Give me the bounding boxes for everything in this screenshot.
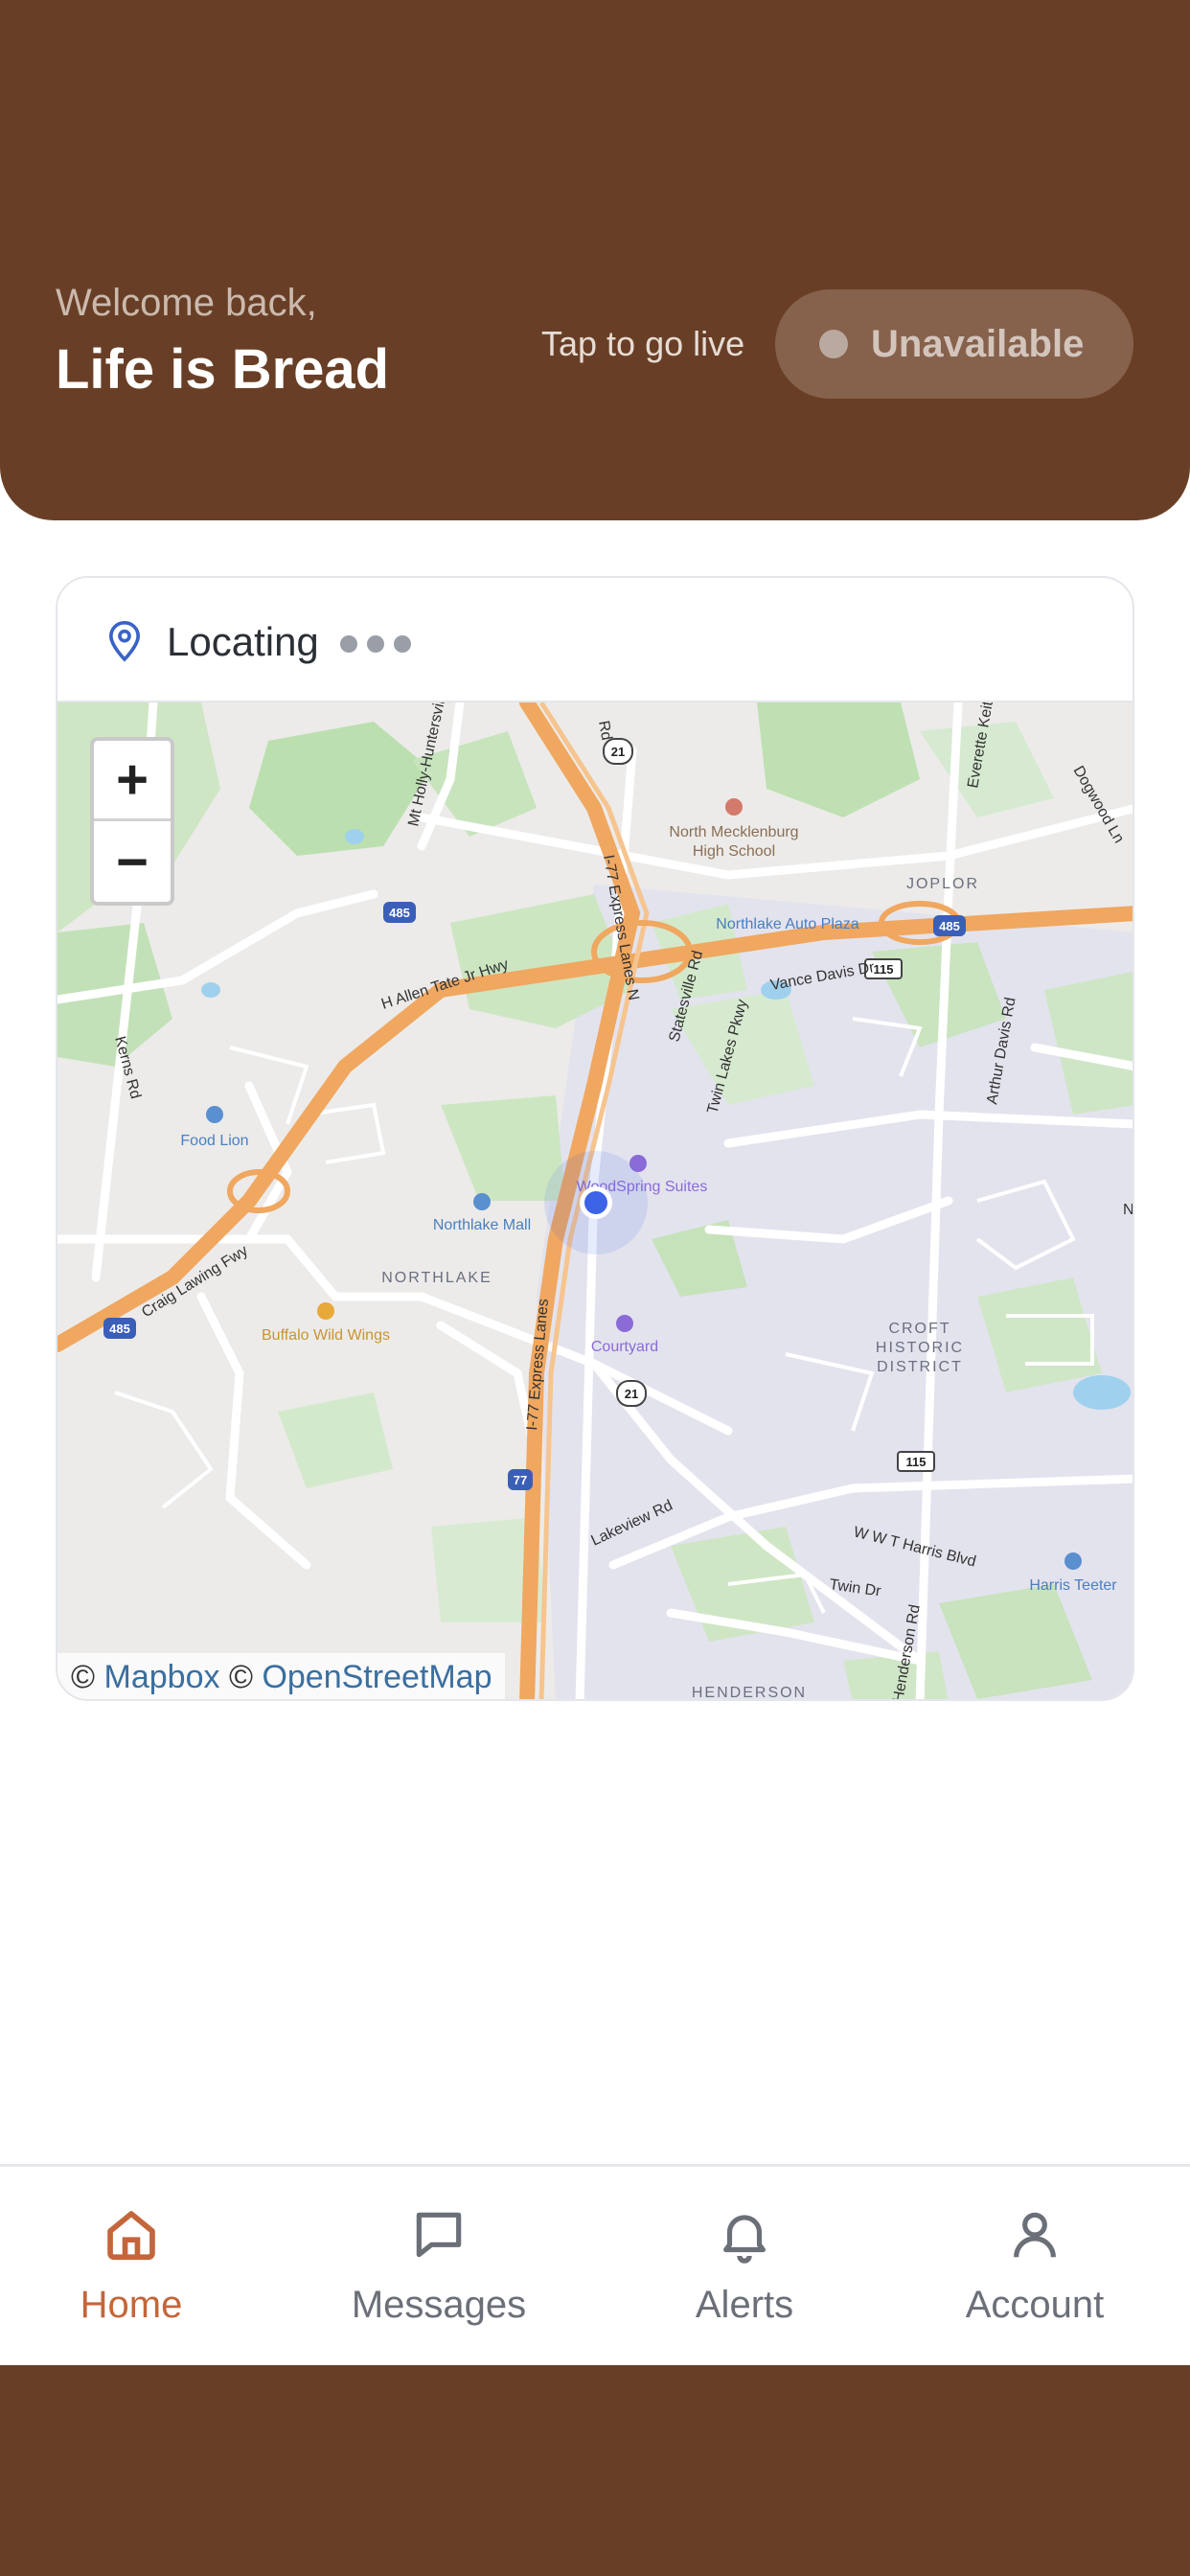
locating-status-text: Locating xyxy=(167,619,319,664)
svg-text:HISTORIC: HISTORIC xyxy=(876,1340,964,1356)
tab-label: Account xyxy=(965,2284,1105,2326)
tab-alerts[interactable]: Alerts xyxy=(601,2205,888,2327)
svg-text:HENDERSON: HENDERSON xyxy=(692,1685,807,1701)
availability-status-label: Unavailable xyxy=(871,322,1085,365)
availability-toggle-button[interactable]: Unavailable xyxy=(775,289,1133,399)
tap-to-go-live-hint: Tap to go live xyxy=(541,324,745,363)
tab-label: Home xyxy=(80,2284,183,2326)
welcome-text: Welcome back, xyxy=(56,282,317,324)
tab-label: Alerts xyxy=(695,2284,794,2326)
svg-text:485: 485 xyxy=(109,1322,130,1336)
business-name: Life is Bread xyxy=(56,338,390,401)
svg-text:Food Lion: Food Lion xyxy=(180,1133,248,1149)
svg-text:CROFT: CROFT xyxy=(888,1321,950,1337)
svg-text:77: 77 xyxy=(514,1473,527,1487)
svg-text:485: 485 xyxy=(939,919,960,933)
location-pin-icon xyxy=(108,620,141,662)
bell-icon xyxy=(723,2215,766,2264)
map-view[interactable]: 485 485 485 77 21 21 115 115 North Meckl… xyxy=(57,702,1134,1701)
tab-account[interactable]: Account xyxy=(891,2205,1179,2327)
loading-dots xyxy=(340,635,411,653)
map-canvas: 485 485 485 77 21 21 115 115 North Meckl… xyxy=(57,702,1134,1701)
header: Welcome back, Life is Bread Tap to go li… xyxy=(0,0,1190,520)
svg-text:DISTRICT: DISTRICT xyxy=(877,1359,963,1375)
tab-home[interactable]: Home xyxy=(0,2205,275,2327)
zoom-controls: + − xyxy=(90,737,174,906)
svg-text:21: 21 xyxy=(625,1387,638,1401)
svg-text:Rd: Rd xyxy=(595,720,614,742)
location-card: Locating 485 485 485 77 21 21 115 115 No… xyxy=(56,576,1134,1701)
svg-text:North Mecklenburg: North Mecklenburg xyxy=(669,824,798,840)
location-card-header: Locating xyxy=(57,578,1133,702)
svg-text:High School: High School xyxy=(693,843,775,860)
svg-text:21: 21 xyxy=(611,745,625,759)
user-icon xyxy=(1014,2212,1056,2258)
svg-text:Courtyard: Courtyard xyxy=(591,1339,658,1355)
svg-text:115: 115 xyxy=(906,1455,927,1469)
tab-messages[interactable]: Messages xyxy=(295,2205,583,2327)
zoom-out-button[interactable]: − xyxy=(94,821,171,902)
svg-text:N: N xyxy=(1123,1202,1134,1218)
svg-text:Buffalo Wild Wings: Buffalo Wild Wings xyxy=(262,1327,390,1344)
tab-label: Messages xyxy=(351,2284,527,2326)
status-dot-icon xyxy=(819,330,848,358)
svg-text:Harris Teeter: Harris Teeter xyxy=(1029,1577,1117,1594)
svg-text:Northlake Mall: Northlake Mall xyxy=(433,1217,531,1233)
svg-text:JOPLOR: JOPLOR xyxy=(906,876,979,892)
mapbox-link[interactable]: Mapbox xyxy=(104,1659,220,1695)
svg-text:NORTHLAKE: NORTHLAKE xyxy=(381,1270,492,1286)
svg-text:485: 485 xyxy=(389,906,410,920)
message-icon xyxy=(416,2212,462,2258)
svg-text:Dogwood Ln: Dogwood Ln xyxy=(1070,764,1128,846)
bottom-tab-bar: Home Messages Alerts Account xyxy=(0,2164,1190,2365)
svg-text:Northlake Auto Plaza: Northlake Auto Plaza xyxy=(716,916,859,932)
svg-text:115: 115 xyxy=(874,962,894,977)
home-icon xyxy=(107,2211,155,2261)
map-attribution: © Mapbox © OpenStreetMap xyxy=(57,1653,506,1699)
zoom-in-button[interactable]: + xyxy=(94,741,171,821)
openstreetmap-link[interactable]: OpenStreetMap xyxy=(262,1659,492,1695)
